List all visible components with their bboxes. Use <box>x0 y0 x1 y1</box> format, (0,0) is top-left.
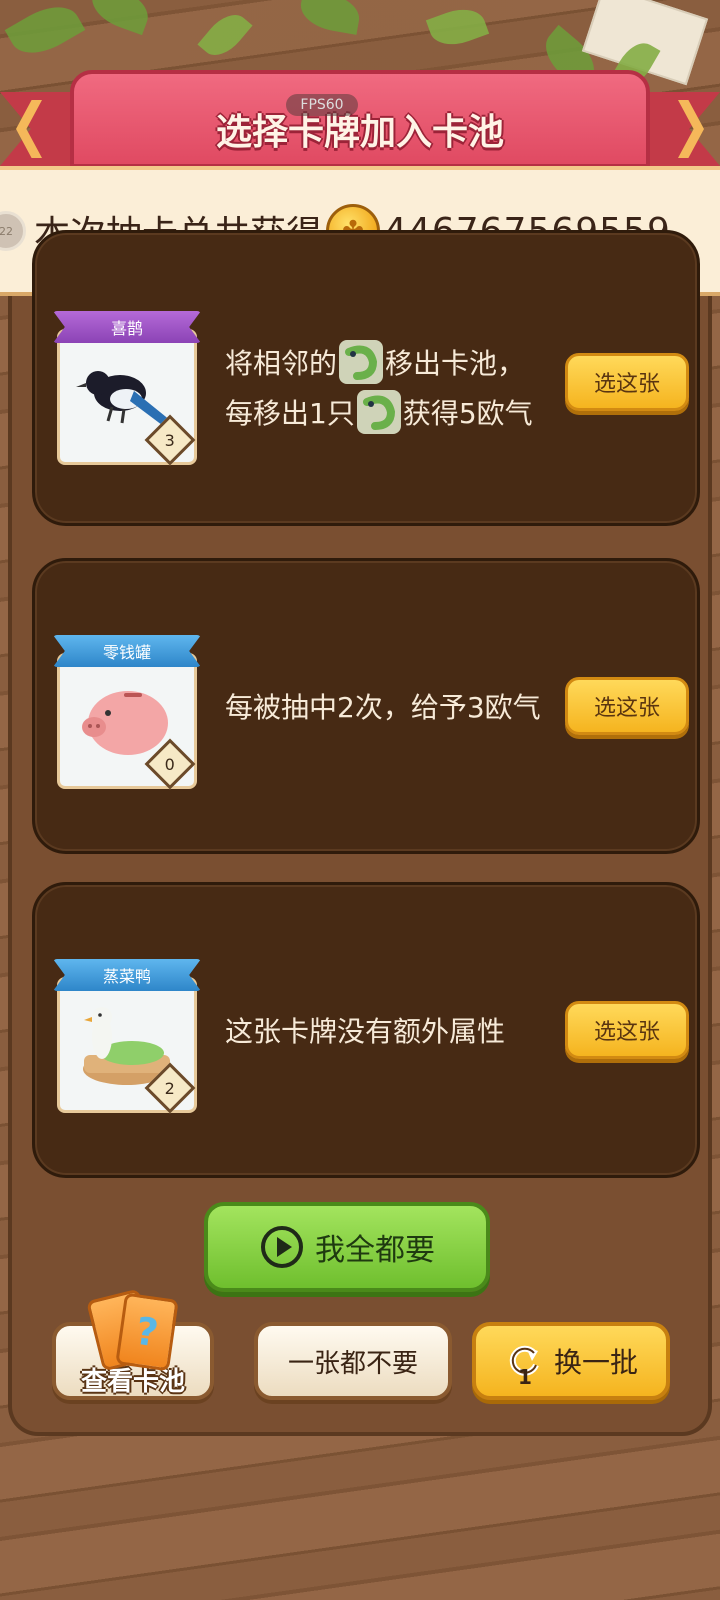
leaf-decoration <box>85 0 155 36</box>
card-option-row: 2 蒸菜鸭 这张卡牌没有额外属性 选这张 <box>32 882 700 1178</box>
card-image-piggy-bank[interactable]: 0 <box>57 653 197 790</box>
refresh-icon: 1 <box>504 1341 544 1389</box>
leaf-decoration <box>197 6 253 64</box>
refresh-batch-button[interactable]: 1 换一批 <box>472 1322 670 1400</box>
card-description: 将相邻的 移出卡池， 每移出1只 获得5欧气 <box>225 339 533 439</box>
leaf-decoration <box>297 0 363 35</box>
card-description: 这张卡牌没有额外属性 <box>225 1015 506 1048</box>
card-name-banner: 喜鹊 <box>53 311 201 343</box>
card-pool-icon: ? <box>86 1288 180 1372</box>
card-name-banner: 零钱罐 <box>53 635 201 667</box>
refresh-count: 1 <box>517 1365 532 1389</box>
take-all-label: 我全都要 <box>315 1233 435 1268</box>
card-name-banner: 蒸菜鸭 <box>53 959 201 991</box>
take-all-button[interactable]: 我全都要 <box>204 1202 490 1292</box>
card-image-magpie[interactable]: 3 <box>57 329 197 466</box>
shrimp-icon <box>339 340 384 384</box>
card-description: 每被抽中2次，给予3欧气 <box>225 691 541 724</box>
shrimp-icon <box>356 390 401 434</box>
select-card-button[interactable]: 选这张 <box>565 1001 689 1059</box>
card-image-steamed-duck[interactable]: 2 <box>57 977 197 1114</box>
card-option-row: 3 喜鹊 将相邻的 移出卡池， 每移出1只 获得5欧气 选这张 <box>32 230 700 526</box>
select-card-button[interactable]: 选这张 <box>565 353 689 411</box>
level-badge: 22 <box>0 211 26 251</box>
fps-counter: FPS60 <box>286 94 358 116</box>
leaf-decoration <box>4 0 86 65</box>
page-title: 选择卡牌加入卡池 <box>215 112 504 153</box>
skip-all-button[interactable]: 一张都不要 <box>254 1322 452 1400</box>
select-card-button[interactable]: 选这张 <box>565 677 689 735</box>
leaf-decoration <box>425 1 490 53</box>
card-option-row: 0 零钱罐 每被抽中2次，给予3欧气 选这张 <box>32 558 700 854</box>
play-icon <box>261 1226 303 1268</box>
refresh-label: 换一批 <box>553 1346 638 1379</box>
title-ribbon: 选择卡牌加入卡池 <box>70 70 650 168</box>
